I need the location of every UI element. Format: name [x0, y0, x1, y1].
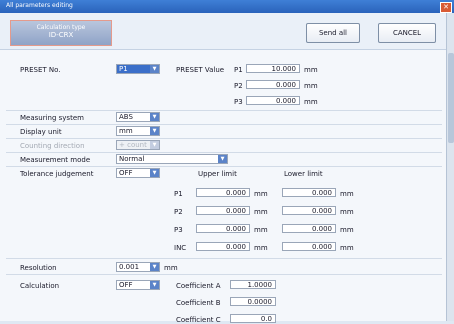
chevron-down-icon: ▼ — [218, 155, 227, 163]
tolerance-judgement-label: Tolerance judgement — [20, 170, 94, 178]
preset-row-p3-label: P3 — [234, 98, 243, 106]
preset-p3-unit: mm — [304, 98, 318, 106]
chevron-down-icon: ▼ — [150, 113, 159, 121]
tolerance-row-inc-label: INC — [174, 244, 187, 252]
lower-limit-inc-input[interactable]: 0.000 — [282, 242, 336, 251]
chevron-down-icon: ▼ — [150, 169, 159, 177]
chevron-down-icon: ▼ — [150, 65, 159, 73]
close-button[interactable]: ✕ — [440, 2, 452, 13]
upper-limit-p1-unit: mm — [254, 190, 268, 198]
send-all-button[interactable]: Send all — [306, 23, 360, 43]
upper-limit-p3-unit: mm — [254, 226, 268, 234]
display-unit-label: Display unit — [20, 128, 62, 136]
coefficient-b-input[interactable]: 0.0000 — [230, 297, 276, 306]
divider — [6, 274, 442, 275]
calculation-label: Calculation — [20, 282, 60, 290]
calculation-type-button[interactable]: Calculation type ID-CRX — [10, 20, 112, 46]
upper-limit-inc-unit: mm — [254, 244, 268, 252]
calculation-type-label: Calculation type — [36, 24, 86, 31]
chevron-down-icon: ▼ — [150, 141, 159, 149]
vertical-scrollbar[interactable] — [446, 13, 454, 321]
tolerance-row-p3-label: P3 — [174, 226, 183, 234]
preset-no-label: PRESET No. — [20, 66, 61, 74]
preset-value-label: PRESET Value — [176, 66, 225, 74]
lower-limit-p1-unit: mm — [340, 190, 354, 198]
coefficient-c-label: Coefficient C — [176, 316, 221, 324]
preset-p2-unit: mm — [304, 82, 318, 90]
coefficient-c-input[interactable]: 0.0 — [230, 314, 276, 323]
lower-limit-p2-input[interactable]: 0.000 — [282, 206, 336, 215]
lower-limit-p1-input[interactable]: 0.000 — [282, 188, 336, 197]
calculation-type-value: ID-CRX — [48, 31, 74, 39]
upper-limit-p3-input[interactable]: 0.000 — [196, 224, 250, 233]
preset-no-select[interactable]: P1 ▼ — [116, 64, 160, 74]
preset-no-value: P1 — [119, 65, 128, 73]
close-icon: ✕ — [443, 3, 449, 11]
lower-limit-p3-input[interactable]: 0.000 — [282, 224, 336, 233]
tolerance-row-p2-label: P2 — [174, 208, 183, 216]
chevron-down-icon: ▼ — [150, 127, 159, 135]
counting-direction-label: Counting direction — [20, 142, 85, 150]
calculation-value: OFF — [119, 281, 133, 289]
divider — [6, 258, 442, 259]
coefficient-a-label: Coefficient A — [176, 282, 221, 290]
lower-limit-p2-unit: mm — [340, 208, 354, 216]
display-unit-value: mm — [119, 127, 133, 135]
window-title: All parameters editing — [6, 2, 73, 9]
counting-direction-select: + count ▼ — [116, 140, 160, 150]
upper-limit-header: Upper limit — [198, 170, 237, 178]
upper-limit-p2-input[interactable]: 0.000 — [196, 206, 250, 215]
resolution-value: 0.001 — [119, 263, 140, 271]
preset-p3-input[interactable]: 0.000 — [246, 96, 300, 105]
upper-limit-p2-unit: mm — [254, 208, 268, 216]
measuring-system-label: Measuring system — [20, 114, 84, 122]
chevron-down-icon: ▼ — [150, 263, 159, 271]
display-unit-select[interactable]: mm ▼ — [116, 126, 160, 136]
toolbar: Calculation type ID-CRX Send all CANCEL — [0, 13, 446, 50]
title-bar: All parameters editing ✕ — [0, 0, 454, 13]
parameters-window: All parameters editing ✕ Calculation typ… — [0, 0, 454, 324]
upper-limit-inc-input[interactable]: 0.000 — [196, 242, 250, 251]
calculation-select[interactable]: OFF ▼ — [116, 280, 160, 290]
resolution-unit: mm — [164, 264, 178, 272]
divider — [6, 110, 442, 111]
preset-p2-input[interactable]: 0.000 — [246, 80, 300, 89]
resolution-select[interactable]: 0.001 ▼ — [116, 262, 160, 272]
divider — [6, 138, 442, 139]
counting-direction-value: + count — [119, 141, 147, 149]
chevron-down-icon: ▼ — [150, 281, 159, 289]
tolerance-row-p1-label: P1 — [174, 190, 183, 198]
tolerance-judgement-select[interactable]: OFF ▼ — [116, 168, 160, 178]
measurement-mode-value: Normal — [119, 155, 145, 163]
tolerance-judgement-value: OFF — [119, 169, 133, 177]
measuring-system-value: ABS — [119, 113, 133, 121]
upper-limit-p1-input[interactable]: 0.000 — [196, 188, 250, 197]
preset-row-p2-label: P2 — [234, 82, 243, 90]
lower-limit-inc-unit: mm — [340, 244, 354, 252]
preset-p1-input[interactable]: 10.000 — [246, 64, 300, 73]
cancel-button[interactable]: CANCEL — [378, 23, 436, 43]
preset-p1-unit: mm — [304, 66, 318, 74]
measurement-mode-label: Measurement mode — [20, 156, 91, 164]
parameters-panel: PRESET No. P1 ▼ PRESET Value P1 10.000 m… — [0, 50, 446, 324]
divider — [6, 166, 442, 167]
measuring-system-select[interactable]: ABS ▼ — [116, 112, 160, 122]
coefficient-b-label: Coefficient B — [176, 299, 221, 307]
divider — [6, 124, 442, 125]
scrollbar-thumb[interactable] — [448, 53, 454, 143]
preset-row-p1-label: P1 — [234, 66, 243, 74]
divider — [6, 152, 442, 153]
lower-limit-header: Lower limit — [284, 170, 323, 178]
coefficient-a-input[interactable]: 1.0000 — [230, 280, 276, 289]
resolution-label: Resolution — [20, 264, 57, 272]
lower-limit-p3-unit: mm — [340, 226, 354, 234]
measurement-mode-select[interactable]: Normal ▼ — [116, 154, 228, 164]
